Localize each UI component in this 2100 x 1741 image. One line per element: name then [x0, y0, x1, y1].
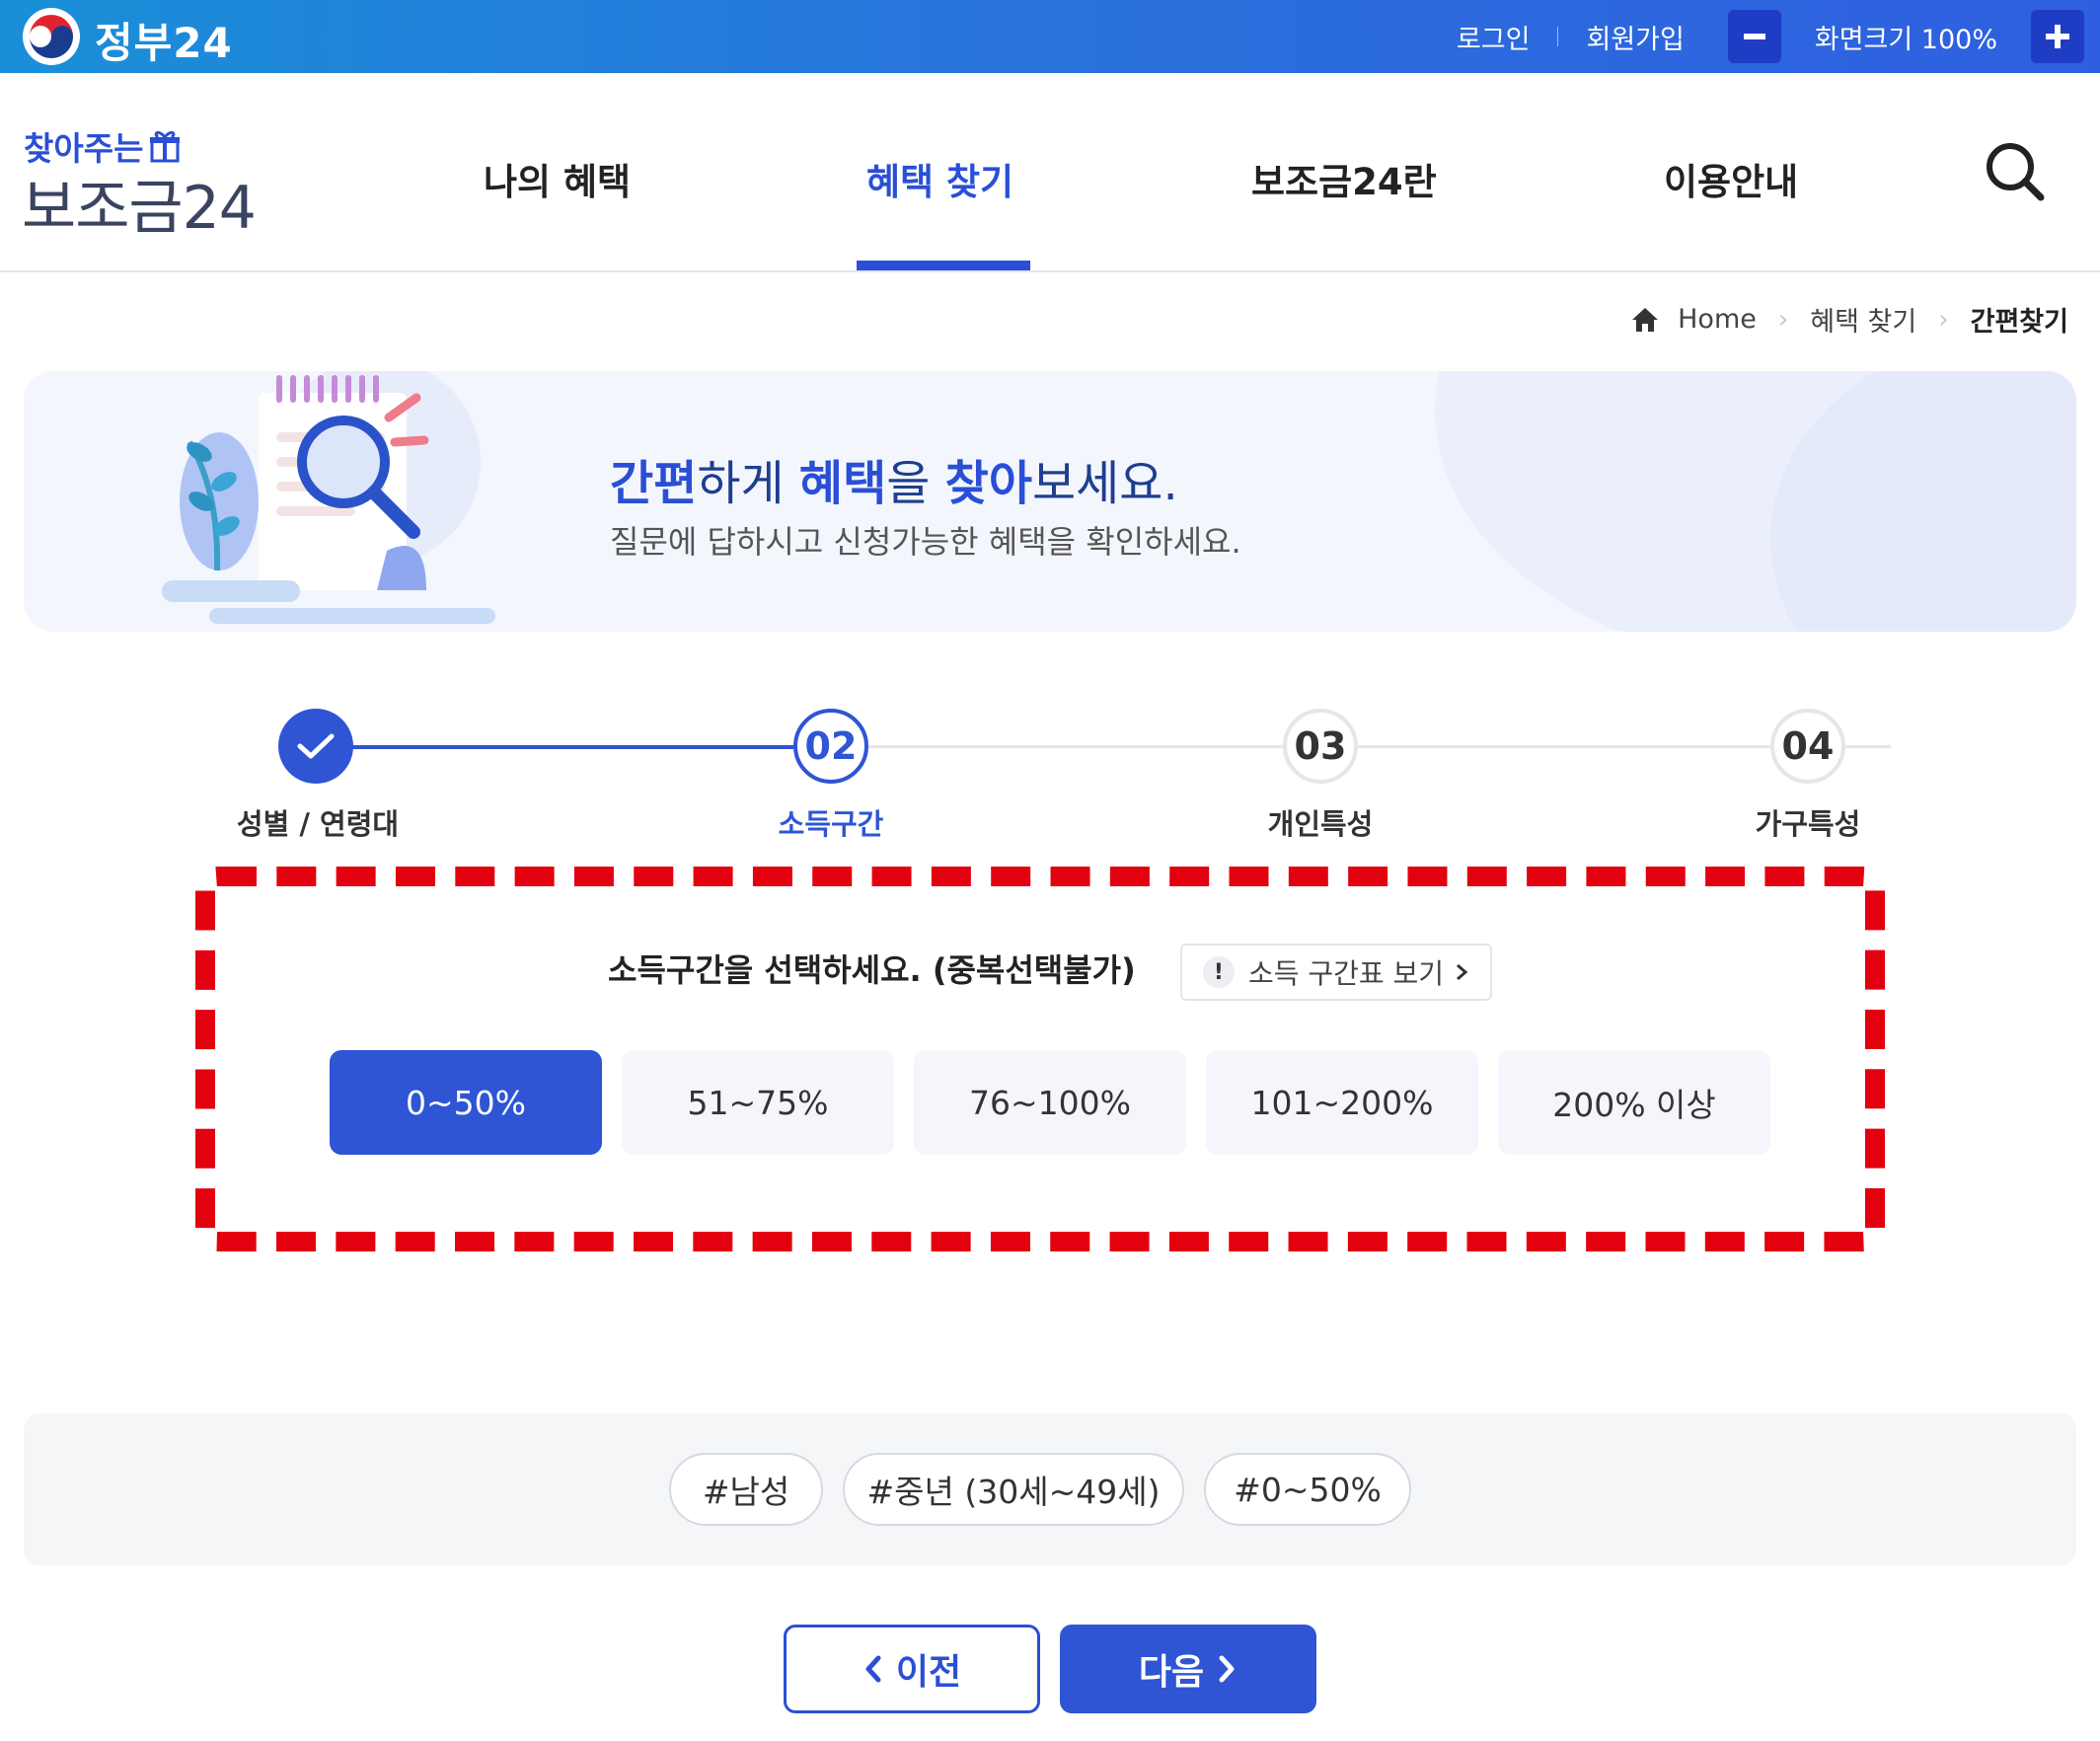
check-icon	[297, 733, 335, 759]
brand-logo-text[interactable]: 보조금24	[22, 160, 257, 246]
nav-find-benefits[interactable]: 혜택 찾기	[866, 152, 1013, 205]
income-option-over-200[interactable]: 200% 이상	[1498, 1050, 1770, 1155]
site-name[interactable]: 정부24	[95, 10, 233, 70]
nav-about-subsidy24[interactable]: 보조금24란	[1251, 152, 1437, 205]
home-icon[interactable]	[1630, 305, 1660, 335]
breadcrumb-current: 간편찾기	[1970, 307, 2068, 338]
chevron-right-icon: ›	[1777, 304, 1789, 335]
tag-gender: #남성	[669, 1453, 823, 1526]
step-4-pending: 04	[1770, 709, 1845, 784]
breadcrumb-find-benefits[interactable]: 혜택 찾기	[1810, 300, 1916, 339]
next-button-label: 다음	[1138, 1652, 1205, 1693]
active-nav-indicator	[857, 261, 1030, 270]
taegeuk-logo-icon[interactable]	[22, 7, 81, 66]
tag-income: #0~50%	[1204, 1453, 1411, 1526]
prev-button[interactable]: 이전	[784, 1625, 1040, 1713]
income-option-76-100[interactable]: 76~100%	[914, 1050, 1186, 1155]
step-connector-pending	[868, 745, 1891, 748]
tag-age-group: #중년 (30세~49세)	[843, 1453, 1184, 1526]
minus-icon	[1743, 34, 1765, 39]
nav-usage-guide[interactable]: 이용안내	[1664, 152, 1798, 205]
gov-top-bar: 정부24 로그인 회원가입 화면크기 100%	[0, 0, 2100, 73]
gov-links: 로그인 회원가입 화면크기 100%	[1457, 0, 2084, 73]
zoom-out-button[interactable]	[1727, 10, 1781, 63]
exclamation-icon: !	[1202, 956, 1235, 988]
banner-subtitle: 질문에 답하시고 신청가능한 혜택을 확인하세요.	[610, 523, 1241, 561]
step-1-complete	[278, 709, 353, 784]
step-3-label: 개인특성	[1267, 807, 1374, 841]
step-connector-complete	[318, 745, 831, 749]
gift-icon	[150, 130, 181, 163]
income-option-0-50[interactable]: 0~50%	[330, 1050, 602, 1155]
question-title: 소득구간을 선택하세요. (중복선택불가)	[608, 951, 1136, 989]
login-link[interactable]: 로그인	[1457, 18, 1531, 56]
step-4-label: 가구특성	[1755, 807, 1861, 841]
chevron-right-icon	[1457, 963, 1468, 981]
document-search-illustration	[162, 371, 495, 624]
zoom-level-label: 화면크기 100%	[1814, 24, 1997, 55]
zoom-in-button[interactable]	[2031, 10, 2084, 63]
breadcrumb: Home › 혜택 찾기 › 간편찾기	[1630, 300, 2068, 339]
intro-banner: 간편하게 혜택을 찾아보세요. 질문에 답하시고 신청가능한 혜택을 확인하세요…	[24, 371, 2076, 632]
divider	[1557, 27, 1559, 46]
income-table-label: 소득 구간표 보기	[1247, 957, 1445, 990]
chevron-right-icon: ›	[1938, 304, 1949, 335]
prev-button-label: 이전	[895, 1652, 962, 1693]
search-icon[interactable]	[1984, 140, 2047, 203]
income-option-101-200[interactable]: 101~200%	[1206, 1050, 1478, 1155]
chevron-right-icon	[1219, 1655, 1235, 1683]
banner-title: 간편하게 혜택을 찾아보세요.	[610, 456, 1178, 511]
site-header: 찾아주는 보조금24 나의 혜택 혜택 찾기 보조금24란 이용안내	[0, 73, 2100, 272]
next-button[interactable]: 다음	[1060, 1625, 1316, 1713]
income-table-button[interactable]: ! 소득 구간표 보기	[1180, 944, 1492, 1001]
step-3-pending: 03	[1283, 709, 1358, 784]
step-2-current: 02	[793, 709, 868, 784]
step-2-label: 소득구간	[778, 807, 884, 841]
signup-link[interactable]: 회원가입	[1586, 18, 1684, 56]
chevron-left-icon	[865, 1655, 881, 1683]
step-1-label: 성별 / 연령대	[236, 807, 400, 841]
nav-my-benefits[interactable]: 나의 혜택	[484, 152, 631, 205]
breadcrumb-home[interactable]: Home	[1678, 304, 1757, 335]
income-option-51-75[interactable]: 51~75%	[622, 1050, 894, 1155]
plus-icon	[2046, 25, 2069, 48]
